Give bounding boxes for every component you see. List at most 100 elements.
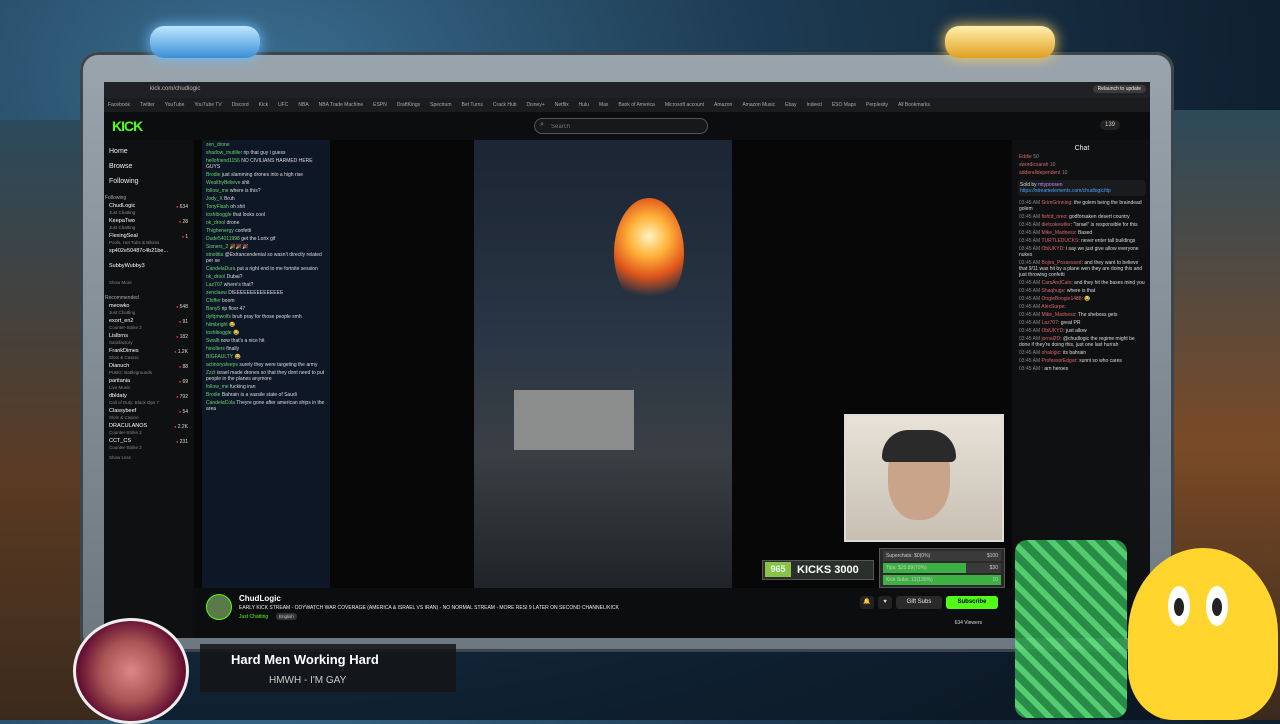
chat-username[interactable]: OogieBoogie1488 xyxy=(1042,296,1082,302)
bookmark-item[interactable]: Ebay xyxy=(785,102,796,108)
overlay-chat-text: now that's a nice hit xyxy=(220,338,265,344)
overlay-chat-user: follow_me xyxy=(206,188,229,194)
goal-name: Kick Subs xyxy=(886,577,909,583)
chat-username[interactable]: Shaqhugs xyxy=(1042,288,1065,294)
overlay-chat-text: 🎉🎉🎉 xyxy=(229,244,249,250)
goal-bar: Superchats: $0(0%) $100 xyxy=(883,551,1001,561)
chat-username[interactable]: Mike_Madness xyxy=(1042,312,1076,318)
bookmark-item[interactable]: All Bookmarks xyxy=(898,102,930,108)
chat-timestamp: 03:45 AM xyxy=(1019,350,1041,356)
channel-item[interactable]: sp402e50487c4b21be... xyxy=(109,248,192,263)
bookmark-item[interactable]: Twitter xyxy=(140,102,155,108)
bookmark-item[interactable]: Bank of America xyxy=(618,102,654,108)
bookmark-item[interactable]: Bet Turns xyxy=(462,102,483,108)
chat-text: The sheboss gets xyxy=(1077,312,1118,318)
bookmark-item[interactable]: Kick xyxy=(259,102,268,108)
chat-username[interactable]: Laz707 xyxy=(1042,320,1058,326)
channel-item[interactable]: dbldatyCall of Duty: Black Ops 7 792 xyxy=(109,393,192,408)
pinned-link[interactable]: https://streamelements.com/chudlogic/tip xyxy=(1020,188,1111,194)
heart-icon[interactable]: ♥ xyxy=(878,596,892,609)
address-bar[interactable]: kick.com/chudlogic Relaunch to update xyxy=(104,82,1150,98)
gift-subs-button[interactable]: Gift Subs xyxy=(896,596,942,609)
bookmark-item[interactable]: Crack Hub xyxy=(493,102,517,108)
bookmark-item[interactable]: YouTube TV xyxy=(194,102,221,108)
bookmark-item[interactable]: Hulu xyxy=(579,102,589,108)
bookmark-item[interactable]: Perplexity xyxy=(866,102,888,108)
channel-category: Satisfactory xyxy=(109,340,133,345)
channel-viewers: 1 xyxy=(182,234,188,240)
bookmark-item[interactable]: DraftKings xyxy=(397,102,420,108)
url-text[interactable]: kick.com/chudlogic xyxy=(150,86,200,92)
chat-username[interactable]: ObiUKYD xyxy=(1042,246,1064,252)
bookmark-item[interactable]: Netflix xyxy=(555,102,569,108)
bookmark-item[interactable]: NBA Trade Machine xyxy=(319,102,363,108)
chat-username[interactable]: GrimGrinning xyxy=(1042,200,1072,206)
chat-username[interactable]: dietcokewifer xyxy=(1042,222,1071,228)
bookmark-item[interactable]: ESPN xyxy=(373,102,387,108)
kick-logo[interactable]: KICK xyxy=(112,118,143,134)
channel-item[interactable]: ChudLogicJust Chatting 634 xyxy=(109,203,192,218)
chat-username[interactable]: ObiUKYD xyxy=(1042,328,1064,334)
channel-item[interactable]: LislbrnsSatisfactory 182 xyxy=(109,333,192,348)
nav-browse[interactable]: Browse xyxy=(109,163,192,170)
chat-timestamp: 03:45 AM xyxy=(1019,358,1041,364)
chat-username[interactable]: AlexSurpe xyxy=(1041,304,1064,310)
channel-item[interactable]: CCT_CSCounter-Strike 2 231 xyxy=(109,438,192,453)
streamer-name[interactable]: ChudLogic xyxy=(239,594,281,603)
nav-following[interactable]: Following xyxy=(109,178,192,185)
channel-item[interactable]: ClassybeefSlots & Casino 54 xyxy=(109,408,192,423)
bookmark-item[interactable]: UFC xyxy=(278,102,288,108)
overlay-chat-text: @Extrancendental so wasn't directly rela… xyxy=(206,252,322,264)
channel-item[interactable]: DianuchPUBG: Battlegrounds 88 xyxy=(109,363,192,378)
chat-username[interactable]: TURTLEDUCKS xyxy=(1041,238,1078,244)
stream-language[interactable]: English xyxy=(276,613,297,620)
bookmark-item[interactable]: Amazon xyxy=(714,102,732,108)
bookmark-item[interactable]: Spectrum xyxy=(430,102,451,108)
leaderboard-name[interactable]: Eddie xyxy=(1019,154,1032,160)
show-more-link[interactable]: Show More xyxy=(109,280,192,285)
chat-username[interactable]: ohalogic xyxy=(1042,350,1061,356)
kicks-balance[interactable]: 139 xyxy=(1099,120,1120,130)
chat-text: "Israel" is responsible for this xyxy=(1073,222,1138,228)
channel-item[interactable]: paritaniaLive Music 69 xyxy=(109,378,192,393)
nav-home[interactable]: Home xyxy=(109,148,192,155)
chat-username[interactable]: Mike_Madness xyxy=(1042,230,1076,236)
leaderboard-name[interactable]: swordicsarah xyxy=(1019,162,1048,168)
channel-viewers: 792 xyxy=(176,394,188,400)
search-box[interactable]: ⌕ xyxy=(534,118,708,134)
bookmark-item[interactable]: Disney+ xyxy=(527,102,545,108)
bookmark-item[interactable]: Facebook xyxy=(108,102,130,108)
channel-item[interactable]: SubbyWubby3 xyxy=(109,263,192,278)
chat-username[interactable]: CarsAndCats xyxy=(1042,280,1072,286)
bell-icon[interactable]: 🔔 xyxy=(860,596,874,609)
bookmark-item[interactable]: NBA xyxy=(298,102,308,108)
overlay-chat-message: stnotitia @Extrancendental so wasn't dir… xyxy=(206,252,326,264)
channel-item[interactable]: FrankDimesSlots & Casino 1.2K xyxy=(109,348,192,363)
chat-username[interactable]: fishtd_oreo xyxy=(1042,214,1067,220)
show-less-link[interactable]: Show Less xyxy=(109,455,192,460)
channel-item[interactable]: DRACULANOSCounter-Strike 2 2.2K xyxy=(109,423,192,438)
overlay-chat-text: rip floor 47 xyxy=(221,306,246,312)
search-input[interactable] xyxy=(549,120,703,133)
video-player[interactable]: zen_drone shadow_mutiller rip that guy i… xyxy=(194,140,1012,588)
yellow-mascot-overlay xyxy=(1128,548,1278,720)
relaunch-button[interactable]: Relaunch to update xyxy=(1092,85,1146,93)
subscribe-button[interactable]: Subscribe xyxy=(946,596,998,609)
bookmark-item[interactable]: Indeed xyxy=(807,102,822,108)
stream-category[interactable]: Just Chatting xyxy=(239,614,268,620)
overlay-chat-user: Thighenergy xyxy=(206,228,234,234)
bookmark-item[interactable]: ESO Maps xyxy=(832,102,856,108)
channel-item[interactable]: FlexingSealPools, Hot Tubs & Bikinis 1 xyxy=(109,233,192,248)
channel-item[interactable]: KeepaTwoJust Chatting 28 xyxy=(109,218,192,233)
bookmark-item[interactable]: YouTube xyxy=(165,102,185,108)
leaderboard-name[interactable]: adderalldependent xyxy=(1019,170,1060,176)
chat-timestamp: 03:45 AM xyxy=(1019,320,1041,326)
channel-item[interactable]: meowkoJust Chatting 548 xyxy=(109,303,192,318)
streamer-avatar[interactable] xyxy=(206,594,232,620)
bookmark-item[interactable]: Max xyxy=(599,102,608,108)
bookmark-item[interactable]: Discord xyxy=(232,102,249,108)
channel-item[interactable]: exort_en2Counter-Strike 2 91 xyxy=(109,318,192,333)
chat-username[interactable]: ProfessorEdgar xyxy=(1042,358,1077,364)
bookmark-item[interactable]: Microsoft account xyxy=(665,102,704,108)
bookmark-item[interactable]: Amazon Music xyxy=(742,102,775,108)
